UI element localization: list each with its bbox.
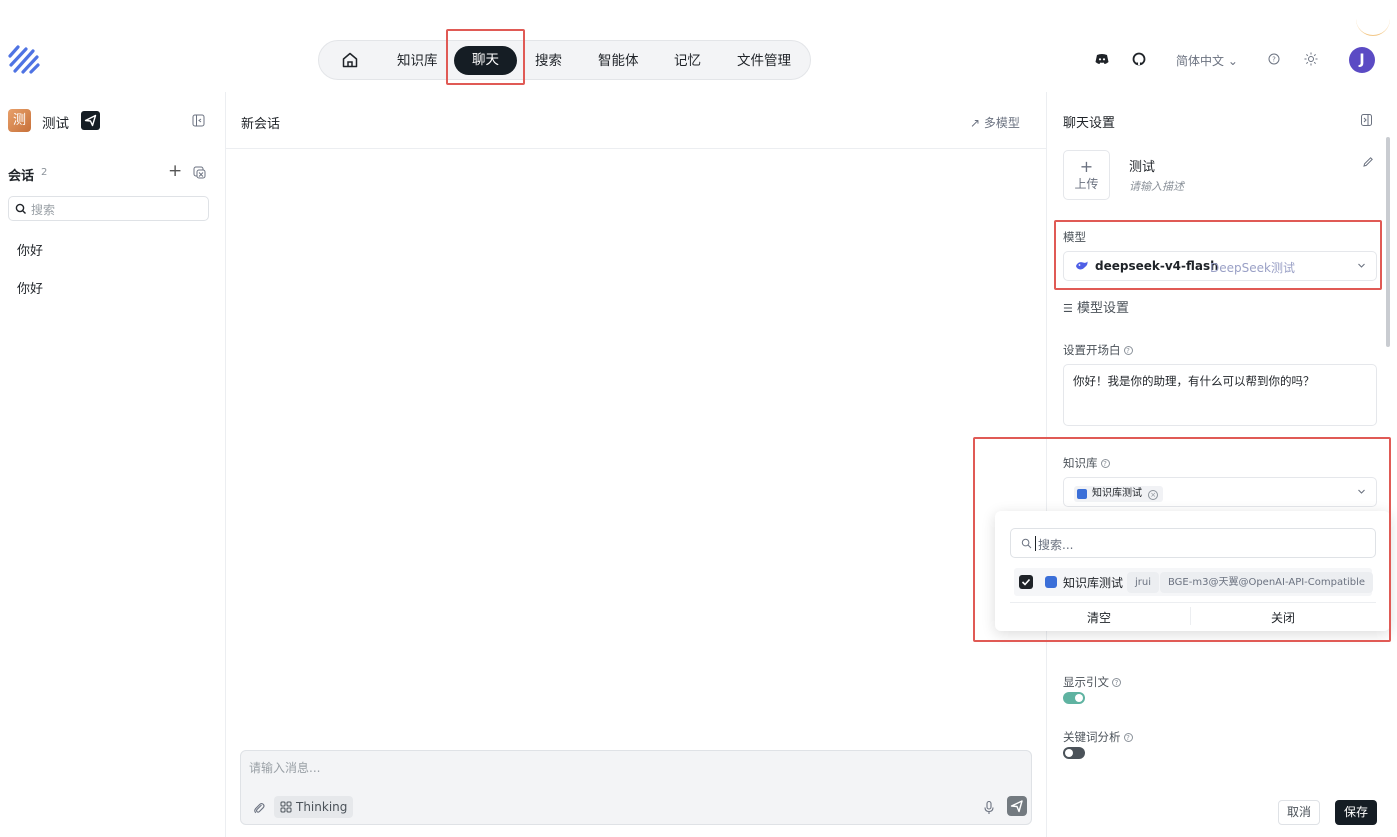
search-icon [1021, 538, 1032, 549]
nav-tab-chat[interactable]: 聊天 [454, 46, 517, 75]
kb-embedding-pill: BGE-m3@天翼@OpenAI-API-Compatible [1160, 572, 1374, 593]
thinking-label: Thinking [296, 800, 348, 814]
kb-tag-label: 知识库测试 [1092, 488, 1142, 499]
session-search-input[interactable]: 搜索 [8, 196, 209, 221]
user-avatar[interactable]: J [1349, 47, 1375, 73]
text-cursor [1035, 536, 1036, 551]
message-placeholder: 请输入消息... [249, 761, 321, 775]
upload-avatar-button[interactable]: + 上传 [1063, 150, 1110, 200]
dropdown-footer-divider [1010, 602, 1376, 603]
theme-sun-icon[interactable] [1303, 51, 1319, 67]
help-icon: ? [1112, 678, 1121, 687]
deepseek-whale-icon [1076, 261, 1088, 270]
footer-separator [1190, 607, 1191, 625]
knowledge-base-icon [1045, 576, 1057, 588]
list-settings-icon: ☰ [1063, 302, 1073, 315]
thinking-toggle[interactable]: Thinking [274, 796, 354, 818]
search-placeholder: 搜索 [31, 203, 56, 217]
agent-name[interactable]: 测试 [1129, 156, 1155, 175]
app-logo-icon[interactable] [6, 42, 42, 76]
language-selector[interactable]: 简体中文 ⌄ [1176, 52, 1238, 69]
sessions-title: 会话 [8, 169, 35, 184]
kb-selected-tag[interactable]: 知识库测试 × [1074, 486, 1164, 502]
model-settings-label: 模型设置 [1077, 301, 1130, 316]
nav-tab-knowledge[interactable]: 知识库 [397, 50, 438, 72]
workspace-badge: 测 [8, 109, 31, 132]
opening-message-value: 你好！我是你的助理，有什么可以帮到你的吗？ [1073, 374, 1315, 388]
send-icon[interactable] [81, 111, 100, 130]
model-select[interactable]: deepseek-v4-flash DeepSeek测试 [1063, 251, 1377, 281]
sidebar-divider [225, 92, 226, 837]
keyword-analysis-label: 关键词分析? [1063, 729, 1133, 745]
toggle-knob [1065, 749, 1073, 757]
workspace-name[interactable]: 测试 [42, 112, 69, 132]
sessions-count: 2 [41, 167, 48, 178]
knowledge-base-dropdown: 搜索... 知识库测试 jrui BGE-m3@天翼@OpenAI-API-Co… [995, 511, 1390, 631]
batch-delete-icon[interactable] [193, 166, 206, 179]
show-citation-toggle[interactable] [1063, 692, 1085, 704]
thinking-icon [280, 801, 292, 813]
panel-collapse-icon[interactable] [1361, 114, 1372, 126]
cancel-button[interactable]: 取消 [1278, 800, 1320, 825]
knowledge-base-select[interactable]: 知识库测试 × [1063, 477, 1377, 507]
help-icon: ? [1123, 733, 1133, 742]
nav-tab-memory[interactable]: 记忆 [674, 50, 701, 72]
attachment-icon[interactable] [252, 801, 266, 815]
decorative-arc [1356, 18, 1390, 36]
search-icon [15, 203, 26, 214]
svg-text:?: ? [1272, 56, 1276, 64]
show-citation-label: 显示引文? [1063, 674, 1121, 690]
knowledge-base-label: 知识库? [1063, 455, 1110, 471]
chevron-down-icon [1358, 263, 1365, 268]
upload-label: 上传 [1074, 177, 1099, 191]
checkbox-checked-icon[interactable] [1019, 575, 1033, 589]
model-label: 模型 [1063, 230, 1086, 244]
help-icon: ? [1123, 346, 1133, 355]
panel-scrollbar[interactable] [1386, 137, 1390, 347]
session-item[interactable]: 你好 [17, 278, 43, 297]
agent-description[interactable]: 请输入描述 [1129, 178, 1184, 194]
multi-model-button[interactable]: ↗ 多模型 [970, 114, 1020, 131]
opening-message-textarea[interactable]: 你好！我是你的助理，有什么可以帮到你的吗？ [1063, 364, 1377, 426]
kb-owner-pill: jrui [1127, 572, 1160, 593]
kb-option-name: 知识库测试 [1063, 576, 1124, 590]
save-button[interactable]: 保存 [1335, 800, 1377, 825]
clear-button[interactable]: 清空 [1087, 609, 1111, 626]
sidebar-collapse-icon[interactable] [192, 114, 205, 127]
microphone-icon[interactable] [982, 800, 996, 815]
chat-header-divider [226, 148, 1046, 149]
message-input[interactable]: 请输入消息... Thinking [240, 750, 1032, 825]
chevron-down-icon [1358, 489, 1365, 494]
help-icon[interactable]: ? [1266, 51, 1282, 67]
help-icon: ? [1100, 459, 1110, 468]
model-name: deepseek-v4-flash [1095, 259, 1219, 273]
nav-tab-agents[interactable]: 智能体 [598, 50, 639, 72]
knowledge-base-icon [1077, 489, 1087, 499]
add-session-button[interactable]: + [168, 161, 182, 181]
send-message-icon[interactable] [1007, 796, 1027, 816]
nav-tab-search[interactable]: 搜索 [535, 50, 562, 72]
edit-icon[interactable] [1362, 156, 1374, 168]
opening-label: 设置开场白? [1063, 342, 1133, 358]
discord-icon[interactable] [1094, 51, 1110, 67]
remove-tag-icon[interactable]: × [1148, 490, 1159, 500]
kb-search-input[interactable]: 搜索... [1010, 528, 1376, 558]
model-provider: DeepSeek测试 [1210, 261, 1295, 275]
model-settings-link[interactable]: ☰ 模型设置 [1063, 297, 1129, 316]
session-item[interactable]: 你好 [17, 240, 43, 259]
nav-tab-files[interactable]: 文件管理 [737, 50, 791, 72]
upload-plus-icon: + [1079, 157, 1094, 176]
keyword-analysis-toggle[interactable] [1063, 747, 1085, 759]
kb-option-row[interactable]: 知识库测试 jrui BGE-m3@天翼@OpenAI-API-Compatib… [1014, 568, 1374, 596]
close-button[interactable]: 关闭 [1271, 609, 1295, 626]
toggle-knob [1075, 694, 1083, 702]
kb-search-placeholder: 搜索... [1038, 538, 1074, 552]
chat-settings-title: 聊天设置 [1063, 116, 1116, 131]
main-nav: 知识库 聊天 搜索 智能体 记忆 文件管理 [318, 40, 811, 80]
github-icon[interactable] [1131, 51, 1147, 67]
home-icon[interactable] [341, 51, 359, 69]
panel-divider [1046, 92, 1047, 837]
truncated-field-label [1063, 780, 1123, 788]
chat-title: 新会话 [241, 117, 281, 132]
